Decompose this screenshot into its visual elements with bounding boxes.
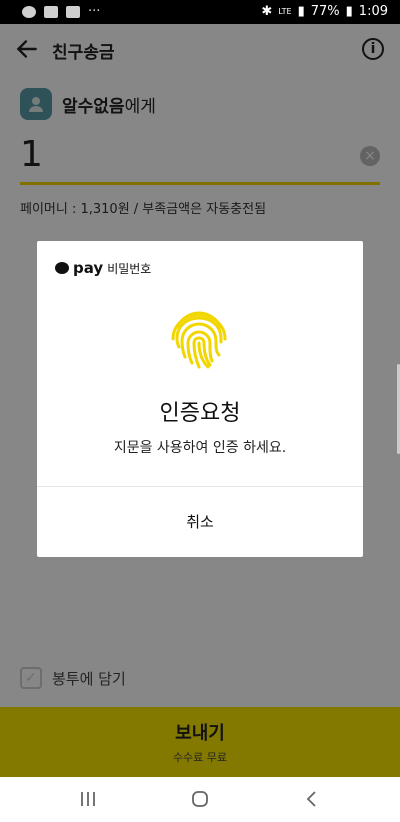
talk-icon	[22, 5, 36, 18]
battery-icon: ▮	[345, 4, 353, 19]
bluetooth-icon: ✱	[261, 4, 273, 19]
password-label: 비밀번호	[107, 261, 152, 276]
network-type: LTE	[278, 7, 292, 16]
back-nav-icon[interactable]	[302, 789, 322, 809]
speech-bubble-icon	[55, 262, 69, 274]
notification-icons: ···	[22, 4, 100, 19]
home-icon[interactable]	[190, 789, 210, 809]
navigation-bar	[0, 777, 400, 822]
more-notifications-icon: ···	[88, 4, 101, 19]
status-bar: ··· ✱ LTE ▮ 77% ▮ 1:09	[0, 0, 400, 24]
signal-icon: ▮	[297, 4, 305, 19]
status-indicators: ✱ LTE ▮ 77% ▮ 1:09	[261, 4, 388, 19]
battery-percent: 77%	[310, 4, 340, 19]
dialog-title: 인증요청	[159, 401, 241, 426]
dialog-header: pay 비밀번호	[55, 259, 151, 277]
fingerprint-icon	[171, 311, 227, 369]
image-icon	[44, 5, 58, 18]
auth-dialog: pay 비밀번호 인증요청 지문을 사용하여 인증 하세요. 취소	[37, 241, 363, 557]
cancel-button[interactable]: 취소	[37, 487, 363, 557]
clock: 1:09	[358, 4, 388, 19]
recent-apps-icon[interactable]	[78, 789, 98, 809]
flipboard-icon	[66, 5, 80, 18]
pay-brand: pay	[73, 259, 104, 277]
dialog-message: 지문을 사용하여 인증 하세요.	[113, 440, 287, 456]
